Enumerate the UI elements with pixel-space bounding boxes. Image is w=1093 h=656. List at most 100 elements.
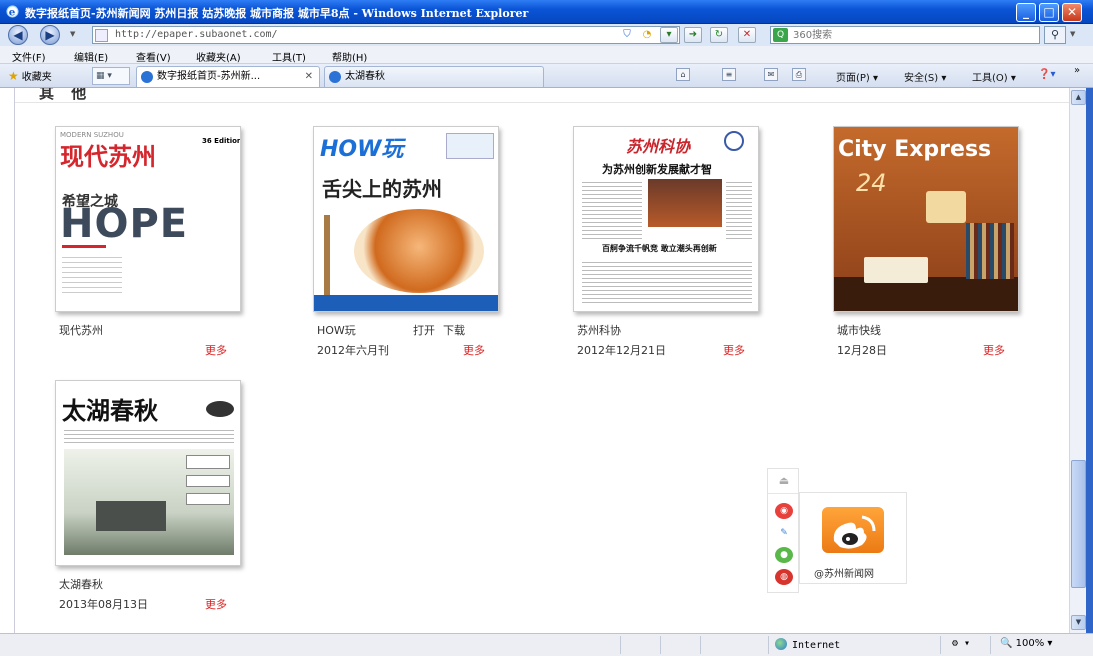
ie-page-icon bbox=[329, 71, 341, 83]
vertical-scrollbar[interactable]: ▲ ▼ bbox=[1069, 88, 1086, 633]
open-link[interactable]: 打开 bbox=[413, 324, 435, 337]
cover-taihu[interactable]: 太湖春秋 bbox=[55, 380, 241, 566]
status-divider bbox=[768, 636, 769, 654]
cover-brand: 现代苏州 bbox=[60, 143, 156, 171]
star-icon: ★ bbox=[8, 69, 19, 83]
address-bar[interactable]: http://epaper.subaonet.com/ bbox=[92, 26, 680, 44]
menu-file[interactable]: 文件(F) bbox=[12, 49, 46, 64]
cover-big-text: HOPE bbox=[60, 201, 189, 247]
cover-brand: HOW玩 bbox=[320, 137, 404, 162]
more-link[interactable]: 更多 bbox=[205, 596, 227, 612]
renren-icon[interactable]: ◍ bbox=[775, 569, 793, 585]
home-icon[interactable]: ⌂ bbox=[676, 68, 690, 81]
publication-title[interactable]: 城市快线 bbox=[837, 322, 881, 338]
tencent-weibo-icon[interactable]: ✎ bbox=[775, 525, 793, 541]
shield-icon[interactable]: ⛉ bbox=[620, 28, 634, 44]
protected-mode-icon[interactable]: ⚙ ▾ bbox=[952, 638, 970, 649]
safety-menu[interactable]: 安全(S) ▾ bbox=[904, 69, 946, 84]
publication-title[interactable]: 现代苏州 bbox=[59, 322, 103, 338]
weibo-account-label[interactable]: @苏州新闻网 bbox=[814, 565, 874, 580]
ie-logo-icon: e bbox=[6, 5, 19, 18]
quick-tabs-button[interactable]: ▦ ▾ bbox=[92, 67, 130, 85]
status-divider bbox=[620, 636, 621, 654]
tab-epaper-home[interactable]: 数字报纸首页-苏州新... ✕ bbox=[136, 66, 320, 87]
more-link[interactable]: 更多 bbox=[205, 342, 227, 358]
publication-title[interactable]: HOW玩 bbox=[317, 322, 356, 338]
weibo-qr-panel: @苏州新闻网 bbox=[799, 492, 907, 584]
wechat-icon[interactable]: ● bbox=[775, 547, 793, 563]
weibo-eye-icon bbox=[833, 515, 876, 549]
ie-page-icon bbox=[141, 71, 153, 83]
cover-issue: 36 Edition bbox=[202, 137, 241, 145]
publication-date: 2013年08月13日 bbox=[59, 598, 148, 611]
close-window-button[interactable]: ✕ bbox=[1062, 3, 1082, 22]
weibo-logo-icon[interactable] bbox=[822, 507, 884, 553]
forward-button[interactable]: ▶ bbox=[40, 25, 60, 45]
zoom-control[interactable]: 🔍 100% ▾ bbox=[1000, 638, 1052, 649]
cover-kexie[interactable]: 苏州科协 为苏州创新发展献才智 百舸争流千帆竞 敢立潮头再创新 bbox=[573, 126, 759, 312]
publication-title[interactable]: 太湖春秋 bbox=[59, 576, 103, 592]
chevron-more-icon[interactable]: » bbox=[1074, 65, 1080, 76]
page-menu[interactable]: 页面(P) ▾ bbox=[836, 69, 878, 84]
cover-photo bbox=[648, 179, 722, 227]
more-link[interactable]: 更多 bbox=[463, 342, 485, 358]
stop-icon[interactable]: ✕ bbox=[738, 27, 756, 43]
feeds-icon[interactable]: ≡ bbox=[722, 68, 736, 81]
compat-icon[interactable]: ◔ bbox=[640, 28, 654, 44]
search-icon[interactable]: ⚲ bbox=[1044, 26, 1066, 44]
cover-tag bbox=[186, 493, 230, 505]
scroll-down-icon[interactable]: ▼ bbox=[1071, 615, 1086, 630]
section-divider bbox=[15, 102, 1069, 103]
cover-text-block bbox=[582, 259, 752, 305]
search-options-icon[interactable]: ▼ bbox=[1070, 30, 1078, 38]
favorites-label: 收藏夹 bbox=[21, 72, 52, 83]
publication-date: 2012年12月21日 bbox=[577, 344, 666, 357]
cover-howan[interactable]: HOW玩 舌尖上的苏州 bbox=[313, 126, 499, 312]
tools-menu-label: 工具(O) bbox=[972, 73, 1008, 84]
cover-city[interactable]: City Express 24 bbox=[833, 126, 1019, 312]
help-icon[interactable]: ❓▾ bbox=[1038, 69, 1055, 80]
menu-help[interactable]: 帮助(H) bbox=[332, 49, 367, 64]
menu-view[interactable]: 查看(V) bbox=[136, 49, 171, 64]
weibo-icon[interactable]: ◉ bbox=[775, 503, 793, 519]
zone-label: Internet bbox=[792, 640, 841, 651]
menu-favorites[interactable]: 收藏夹(A) bbox=[196, 49, 241, 64]
address-dropdown-button[interactable]: ▾ bbox=[660, 27, 678, 43]
print-icon[interactable]: ⎙ bbox=[792, 68, 806, 81]
history-dropdown-icon[interactable]: ▼ bbox=[70, 30, 78, 38]
publication-date: 12月28日 bbox=[837, 344, 887, 357]
globe-icon bbox=[775, 638, 787, 650]
menu-tools[interactable]: 工具(T) bbox=[272, 49, 306, 64]
page-icon bbox=[95, 29, 108, 42]
share-sidebar: ⏏ ◉ ✎ ● ◍ bbox=[767, 468, 799, 593]
status-divider bbox=[940, 636, 941, 654]
search-box[interactable]: Q bbox=[770, 26, 1040, 44]
mail-icon[interactable]: ✉ bbox=[764, 68, 778, 81]
publication-actions: 打开 下载 bbox=[413, 322, 473, 338]
tab-taihu[interactable]: 太湖春秋 bbox=[324, 66, 544, 87]
download-link[interactable]: 下载 bbox=[443, 324, 465, 337]
scroll-up-icon[interactable]: ▲ bbox=[1071, 90, 1086, 105]
back-to-top-icon[interactable]: ⏏ bbox=[775, 473, 793, 489]
more-link[interactable]: 更多 bbox=[983, 342, 1005, 358]
more-link[interactable]: 更多 bbox=[723, 342, 745, 358]
search-input[interactable] bbox=[793, 28, 1033, 43]
cover-big-number: 24 bbox=[856, 169, 887, 197]
cover-xiandai[interactable]: MODERN SUZHOU 现代苏州 36 Edition 希望之城 HOPE bbox=[55, 126, 241, 312]
refresh-icon[interactable]: ↻ bbox=[710, 27, 728, 43]
scroll-thumb[interactable] bbox=[1071, 460, 1086, 588]
go-button[interactable]: ➜ bbox=[684, 27, 702, 43]
minimize-button[interactable]: _ bbox=[1016, 3, 1036, 22]
cover-lamp bbox=[926, 191, 966, 223]
tools-menu[interactable]: 工具(O) ▾ bbox=[972, 69, 1016, 84]
safety-menu-label: 安全(S) bbox=[904, 73, 939, 84]
publication-title[interactable]: 苏州科协 bbox=[577, 322, 621, 338]
security-zone[interactable]: Internet bbox=[775, 638, 840, 651]
favorites-button[interactable]: ★ 收藏夹 bbox=[8, 68, 52, 83]
menu-edit[interactable]: 编辑(E) bbox=[74, 49, 108, 64]
cover-tag bbox=[186, 455, 230, 469]
back-button[interactable]: ◀ bbox=[8, 25, 28, 45]
close-tab-icon[interactable]: ✕ bbox=[305, 67, 313, 86]
window-title: 数字报纸首页-苏州新闻网 苏州日报 姑苏晚报 城市商报 城市早8点 - Wind… bbox=[25, 7, 529, 20]
maximize-button[interactable]: □ bbox=[1039, 3, 1059, 22]
